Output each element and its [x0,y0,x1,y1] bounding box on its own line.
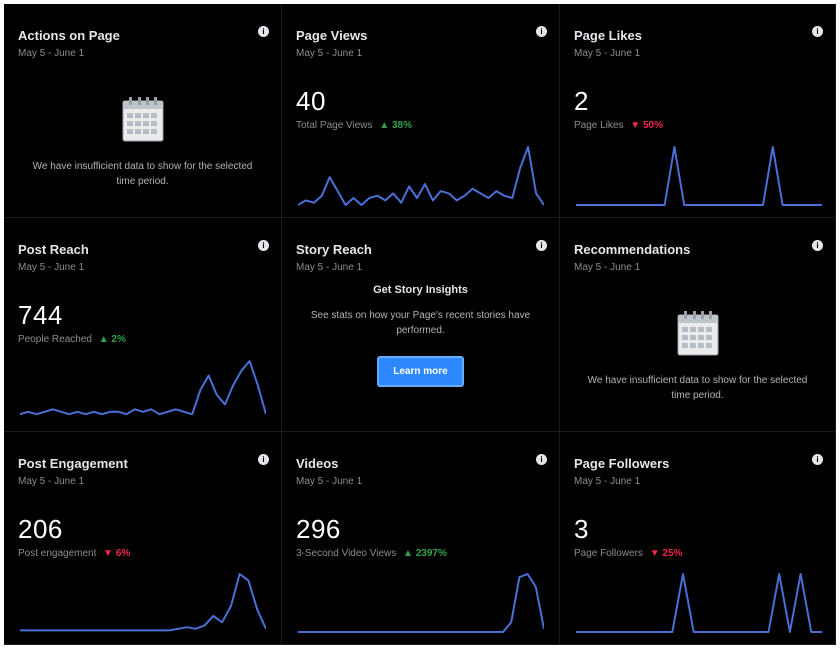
empty-message: We have insufficient data to show for th… [587,375,808,401]
sparkline [298,573,544,633]
change-badge: ▼ 50% [630,120,663,131]
change-badge: ▲ 38% [379,120,413,131]
sparkline-path [20,573,266,632]
calendar-icon [677,311,718,356]
metric-value: 2 [574,86,589,116]
card-recommendations[interactable]: Recommendations May 5 - June 1 i We have… [560,218,836,432]
card-title: Page Views [296,28,368,43]
card-date: May 5 - June 1 [18,262,85,273]
metric-row: Page Followers ▼ 25% [574,548,682,559]
card-date: May 5 - June 1 [574,262,641,273]
metric-row: 3-Second Video Views ▲ 2397% [296,548,447,559]
card-date: May 5 - June 1 [296,262,363,273]
metric-value: 744 [18,300,63,330]
card-videos[interactable]: Videos May 5 - June 1 i 296 3-Second Vid… [282,432,560,645]
card-date: May 5 - June 1 [574,476,641,487]
sparkline-path [298,573,544,633]
story-heading: Get Story Insights [373,284,468,296]
sparkline [576,146,822,206]
metric-row: Page Likes ▼ 50% [574,120,663,131]
card-post-engagement[interactable]: Post Engagement May 5 - June 1 i 206 Pos… [4,432,282,645]
card-date: May 5 - June 1 [18,48,85,59]
info-icon[interactable]: i [812,26,823,37]
insights-grid: Actions on Page May 5 - June 1 i We have… [4,4,836,645]
card-title: Recommendations [574,242,691,257]
empty-message: We have insufficient data to show for th… [32,161,253,187]
sparkline [20,573,266,632]
change-badge: ▼ 25% [649,548,683,559]
metric-value: 40 [296,86,326,116]
metric-label: 3-Second Video Views [296,548,397,559]
card-page-views[interactable]: Page Views May 5 - June 1 i 40 Total Pag… [282,4,560,218]
metric-row: People Reached ▲ 2% [18,334,126,345]
sparkline [20,360,266,416]
calendar-icon [122,97,163,142]
card-date: May 5 - June 1 [574,48,641,59]
metric-label: Total Page Views [296,120,373,131]
metric-row: Post engagement ▼ 6% [18,548,130,559]
info-icon[interactable]: i [258,454,269,465]
card-date: May 5 - June 1 [296,48,363,59]
story-description: See stats on how your Page's recent stor… [310,310,531,336]
card-title: Post Reach [18,242,89,257]
info-icon[interactable]: i [536,454,547,465]
card-title: Page Followers [574,456,670,471]
metric-row: Total Page Views ▲ 38% [296,120,412,131]
metric-label: People Reached [18,334,92,345]
metric-value: 3 [574,514,589,544]
sparkline [576,573,822,633]
card-title: Page Likes [574,28,642,43]
card-title: Story Reach [296,242,372,257]
change-badge: ▲ 2397% [403,548,447,559]
card-actions-on-page[interactable]: Actions on Page May 5 - June 1 i We have… [4,4,282,218]
sparkline-path [298,146,544,206]
sparkline-path [576,573,822,633]
change-badge: ▼ 6% [103,548,131,559]
card-post-reach[interactable]: Post Reach May 5 - June 1 i 744 People R… [4,218,282,432]
card-story-reach[interactable]: Story Reach May 5 - June 1 i Get Story I… [282,218,560,432]
sparkline-path [576,146,822,206]
card-title: Actions on Page [18,28,120,43]
empty-state: We have insufficient data to show for th… [4,96,281,189]
info-icon[interactable]: i [258,26,269,37]
card-page-likes[interactable]: Page Likes May 5 - June 1 i 2 Page Likes… [560,4,836,218]
card-date: May 5 - June 1 [18,476,85,487]
info-icon[interactable]: i [258,240,269,251]
card-title: Videos [296,456,339,471]
story-insights-promo: Get Story Insights See stats on how your… [282,284,559,387]
change-badge: ▲ 2% [98,334,126,345]
card-title: Post Engagement [18,456,128,471]
info-icon[interactable]: i [812,240,823,251]
sparkline-path [20,360,266,416]
empty-state: We have insufficient data to show for th… [560,310,835,403]
card-date: May 5 - June 1 [296,476,363,487]
learn-more-button[interactable]: Learn more [377,356,464,387]
metric-label: Post engagement [18,548,97,559]
info-icon[interactable]: i [536,26,547,37]
sparkline [298,146,544,206]
metric-value: 206 [18,514,63,544]
info-icon[interactable]: i [812,454,823,465]
card-page-followers[interactable]: Page Followers May 5 - June 1 i 3 Page F… [560,432,836,645]
info-icon[interactable]: i [536,240,547,251]
metric-label: Page Followers [574,548,643,559]
metric-value: 296 [296,514,341,544]
metric-label: Page Likes [574,120,624,131]
